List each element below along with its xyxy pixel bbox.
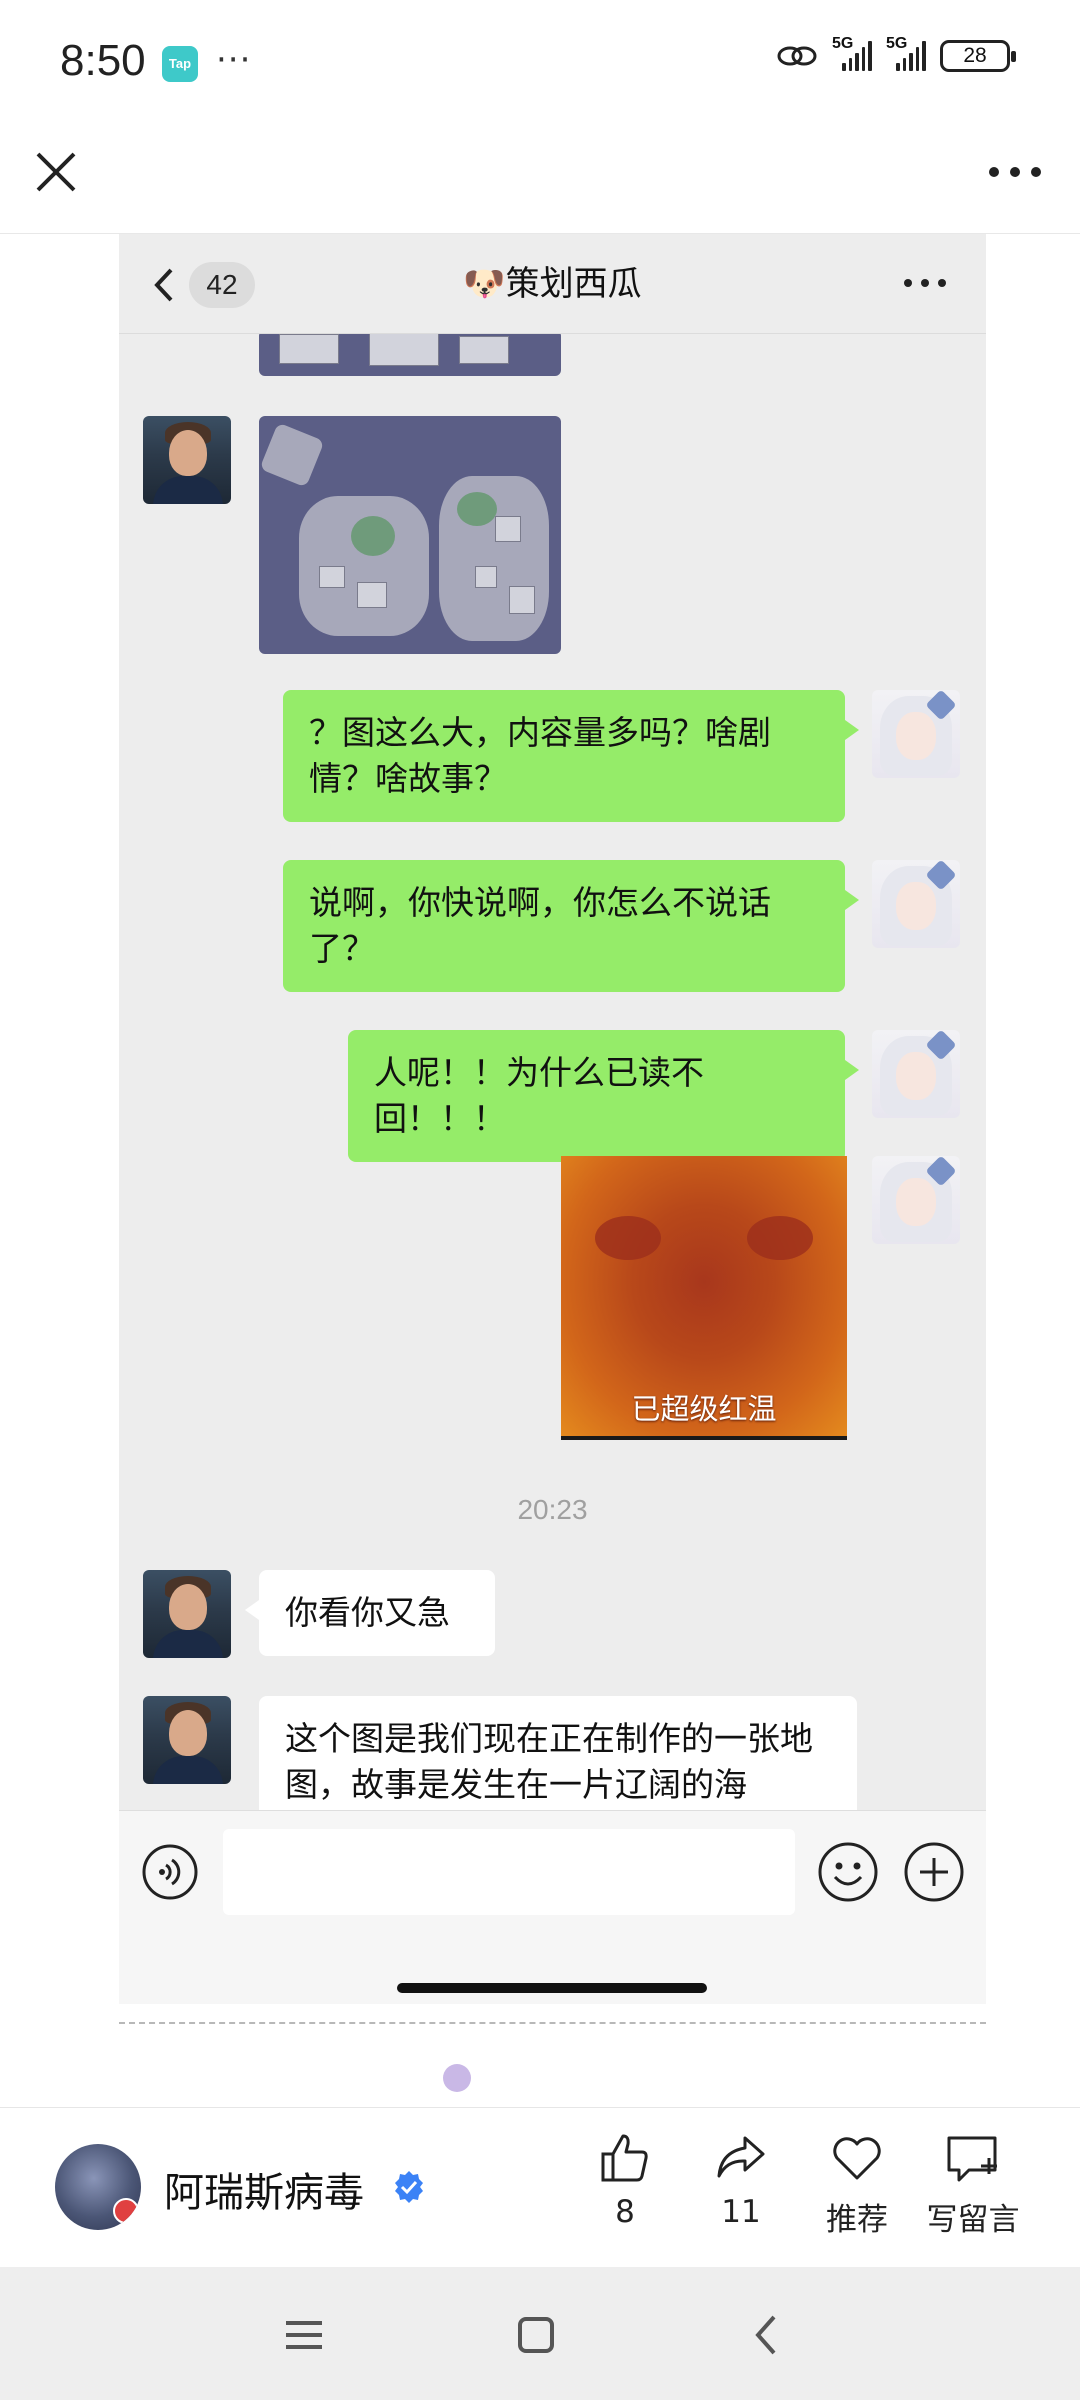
- message-text: 你看你又急: [285, 1593, 450, 1632]
- message-input: [223, 1829, 795, 1915]
- menu-icon[interactable]: [276, 2307, 332, 2363]
- plus-icon: [904, 1842, 964, 1902]
- comment-label: 写留言: [926, 2202, 1020, 2238]
- message-bubble-sent: 人呢！！为什么已读不回！！！: [348, 1030, 859, 1162]
- my-avatar: [872, 1030, 960, 1118]
- emoji-icon: [818, 1842, 878, 1902]
- signal-icon-2: 5G: [886, 35, 926, 71]
- link-icon: [777, 46, 817, 66]
- close-button[interactable]: [28, 144, 84, 200]
- author-avatar[interactable]: [55, 2144, 141, 2230]
- like-button[interactable]: 8: [565, 2130, 685, 2250]
- chat-header: 42 🐶策划西瓜: [119, 234, 986, 334]
- home-indicator: [397, 1983, 707, 1993]
- my-avatar: [872, 1156, 960, 1244]
- chat-screenshot-image[interactable]: 42 🐶策划西瓜 ？图这么大，内容量多吗？啥剧情？啥故事？ 说啊，你快说啊，你怎…: [119, 234, 986, 2004]
- thumbs-up-icon: [601, 2134, 648, 2182]
- contact-avatar: [143, 1696, 231, 1784]
- contact-avatar: [143, 1570, 231, 1658]
- message-text: 人呢！！为什么已读不回！！！: [374, 1053, 704, 1138]
- message-text: ？图这么大，内容量多吗？啥剧情？啥故事？: [309, 713, 771, 798]
- author-name[interactable]: 阿瑞斯病毒: [164, 2160, 364, 2218]
- system-nav-bar: [0, 2267, 1080, 2400]
- chat-title: 🐶策划西瓜: [463, 264, 642, 304]
- share-icon: [717, 2136, 765, 2178]
- verified-icon: [395, 2171, 423, 2203]
- decorative-dot: [443, 2064, 471, 2092]
- my-avatar: [872, 690, 960, 778]
- top-nav: [0, 120, 1080, 234]
- divider: [119, 2022, 986, 2024]
- sticker-image: 已超级红温: [561, 1156, 847, 1440]
- like-count: 8: [615, 2194, 635, 2230]
- status-time: 8:50: [60, 36, 146, 85]
- status-bar: 8:50 Tap ··· 5G 5G 28: [0, 0, 1080, 120]
- message-bubble-sent: 说啊，你快说啊，你怎么不说话了？: [283, 860, 859, 992]
- author-badge-icon: [113, 2198, 139, 2224]
- message-text: 这个图是我们现在正在制作的一张地图，故事是发生在一片辽阔的海: [285, 1719, 813, 1804]
- recommend-button[interactable]: 推荐: [797, 2130, 917, 2250]
- status-icons: 5G 5G 28: [776, 35, 1016, 72]
- recommend-label: 推荐: [826, 2202, 888, 2238]
- chat-more-icon: [904, 279, 946, 287]
- message-timestamp: 20:23: [517, 1494, 588, 1525]
- message-bubble-sent: ？图这么大，内容量多吗？啥剧情？啥故事？: [283, 690, 859, 822]
- close-icon: [36, 152, 76, 192]
- signal-icon-1: 5G: [832, 35, 872, 71]
- share-button[interactable]: 11: [681, 2130, 801, 2250]
- contact-avatar: [143, 416, 231, 504]
- more-icon: [989, 167, 1041, 177]
- comment-button[interactable]: 写留言: [913, 2130, 1033, 2250]
- my-avatar: [872, 860, 960, 948]
- share-count: 11: [721, 2194, 761, 2230]
- heart-icon: [833, 2137, 881, 2180]
- home-icon[interactable]: [508, 2307, 564, 2363]
- article-action-bar: 阿瑞斯病毒 8 11 推荐 写留言: [0, 2107, 1080, 2267]
- battery-icon: 28: [940, 40, 1016, 72]
- map-image: [259, 416, 561, 654]
- more-notifications-icon: ···: [216, 40, 252, 80]
- map-image-partial: [259, 330, 561, 376]
- message-bubble-received: 你看你又急: [245, 1570, 495, 1656]
- back-icon[interactable]: [740, 2307, 796, 2363]
- sticker-caption: 已超级红温: [631, 1392, 777, 1426]
- comment-add-icon: [947, 2136, 997, 2182]
- more-options-button[interactable]: [980, 144, 1050, 200]
- message-text: 说啊，你快说啊，你怎么不说话了？: [309, 883, 771, 968]
- tap-app-icon: Tap: [162, 46, 198, 82]
- voice-input-icon: [142, 1844, 198, 1900]
- chat-input-bar: [119, 1810, 986, 2004]
